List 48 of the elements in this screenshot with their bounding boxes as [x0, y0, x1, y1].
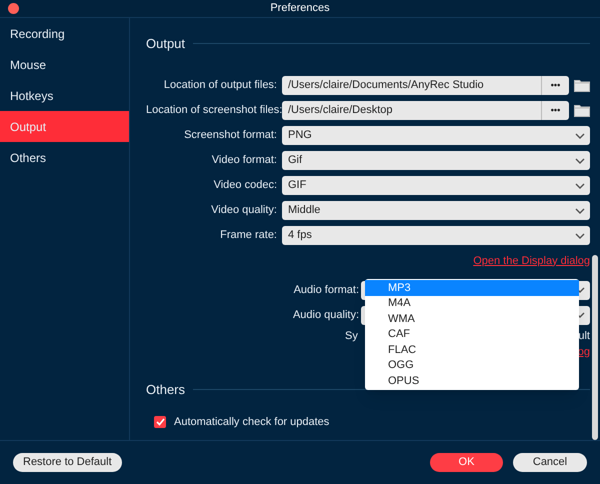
setting-label: ult: [578, 328, 590, 344]
sidebar-item[interactable]: Others: [0, 142, 129, 173]
select-field[interactable]: Middle: [282, 201, 590, 220]
field-label: Video quality:: [210, 203, 278, 218]
display-dialog-link[interactable]: Open the Display dialog: [473, 252, 590, 269]
sidebar-item[interactable]: Mouse: [0, 49, 129, 80]
field-label: Location of output files:: [162, 78, 278, 94]
section-heading: Output: [146, 35, 186, 53]
folder-icon[interactable]: [574, 104, 590, 117]
dropdown-option[interactable]: CAF: [365, 326, 579, 342]
select-field[interactable]: GIF: [282, 176, 590, 195]
chevron-icon: [575, 158, 585, 164]
chevron-icon: [575, 182, 585, 188]
dropdown-option[interactable]: MP3: [365, 280, 579, 296]
chevron-icon: [575, 132, 585, 138]
path-field[interactable]: /Users/claire/Desktop •••: [282, 101, 569, 120]
checkbox-label: Automatically check for updates: [174, 414, 330, 430]
sidebar-item[interactable]: Hotkeys: [0, 80, 129, 111]
field-label: Video codec:: [212, 178, 278, 194]
browse-button[interactable]: •••: [541, 101, 569, 120]
field-label: Location of screenshot files:: [146, 103, 282, 118]
folder-icon[interactable]: [574, 79, 590, 92]
dropdown-option[interactable]: M4A: [365, 296, 579, 311]
select-field[interactable]: 4 fps: [282, 226, 590, 245]
field-label: Audio quality:: [292, 308, 360, 323]
path-field[interactable]: /Users/claire/Documents/AnyRec Studio •••: [282, 76, 569, 95]
window-title: Preferences: [270, 1, 330, 16]
ok-button[interactable]: OK: [430, 453, 503, 472]
dropdown-option[interactable]: OPUS: [365, 373, 579, 388]
cancel-button[interactable]: Cancel: [513, 453, 587, 472]
sidebar-item[interactable]: Recording: [0, 18, 129, 49]
chevron-icon: [575, 208, 585, 214]
field-label: Frame rate:: [219, 228, 278, 244]
section-heading: Others: [146, 381, 186, 399]
browse-button[interactable]: •••: [541, 76, 569, 95]
close-button[interactable]: [8, 3, 19, 14]
chevron-icon: [575, 232, 585, 238]
restore-default-button[interactable]: Restore to Default: [13, 453, 122, 472]
dropdown-option[interactable]: WMA: [365, 311, 579, 326]
checkbox[interactable]: [154, 416, 166, 428]
dropdown-option[interactable]: FLAC: [365, 342, 579, 358]
setting-label: Sy: [345, 328, 358, 344]
field-label: Audio format:: [292, 282, 360, 298]
field-label: Video format:: [210, 153, 278, 168]
select-field[interactable]: Gif: [282, 151, 590, 170]
dropdown-option[interactable]: OGG: [365, 358, 579, 373]
field-label: Screenshot format:: [183, 128, 278, 144]
select-field[interactable]: PNG: [282, 126, 590, 145]
